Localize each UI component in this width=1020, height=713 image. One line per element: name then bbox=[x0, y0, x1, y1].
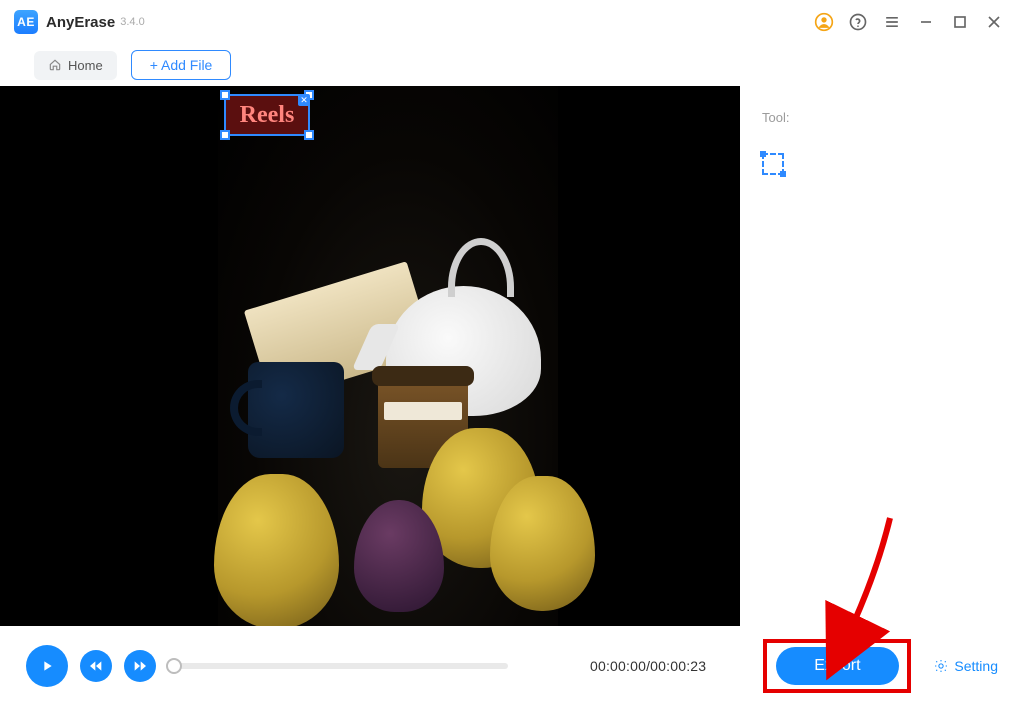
tool-label: Tool: bbox=[762, 110, 998, 125]
resize-handle-br[interactable] bbox=[304, 130, 314, 140]
annotation-highlight bbox=[763, 639, 911, 693]
watermark-text: Reels bbox=[240, 102, 295, 129]
selection-tool-icon[interactable] bbox=[762, 153, 784, 175]
resize-handle-bl[interactable] bbox=[220, 130, 230, 140]
home-icon bbox=[48, 58, 62, 72]
time-display: 00:00:00/00:00:23 bbox=[590, 658, 706, 674]
setting-label: Setting bbox=[954, 658, 998, 674]
menu-icon[interactable] bbox=[880, 10, 904, 34]
slider-knob[interactable] bbox=[166, 658, 182, 674]
play-button[interactable] bbox=[26, 645, 68, 687]
add-file-button[interactable]: + Add File bbox=[131, 50, 232, 80]
video-frame bbox=[218, 86, 558, 626]
close-icon[interactable] bbox=[982, 10, 1006, 34]
video-preview[interactable]: Reels ✕ bbox=[0, 86, 740, 626]
selection-close-icon[interactable]: ✕ bbox=[298, 94, 310, 106]
setting-button[interactable]: Setting bbox=[933, 658, 998, 674]
app-name: AnyErase bbox=[46, 14, 115, 31]
app-logo: AE bbox=[14, 10, 38, 34]
home-button[interactable]: Home bbox=[34, 51, 117, 80]
resize-handle-tl[interactable] bbox=[220, 90, 230, 100]
minimize-icon[interactable] bbox=[914, 10, 938, 34]
help-icon[interactable] bbox=[846, 10, 870, 34]
rewind-button[interactable] bbox=[80, 650, 112, 682]
forward-button[interactable] bbox=[124, 650, 156, 682]
watermark-selection[interactable]: Reels ✕ bbox=[224, 94, 310, 136]
account-icon[interactable] bbox=[812, 10, 836, 34]
gear-icon bbox=[933, 658, 949, 674]
app-version: 3.4.0 bbox=[120, 16, 144, 28]
home-label: Home bbox=[68, 58, 103, 73]
maximize-icon[interactable] bbox=[948, 10, 972, 34]
progress-slider[interactable] bbox=[168, 663, 508, 669]
